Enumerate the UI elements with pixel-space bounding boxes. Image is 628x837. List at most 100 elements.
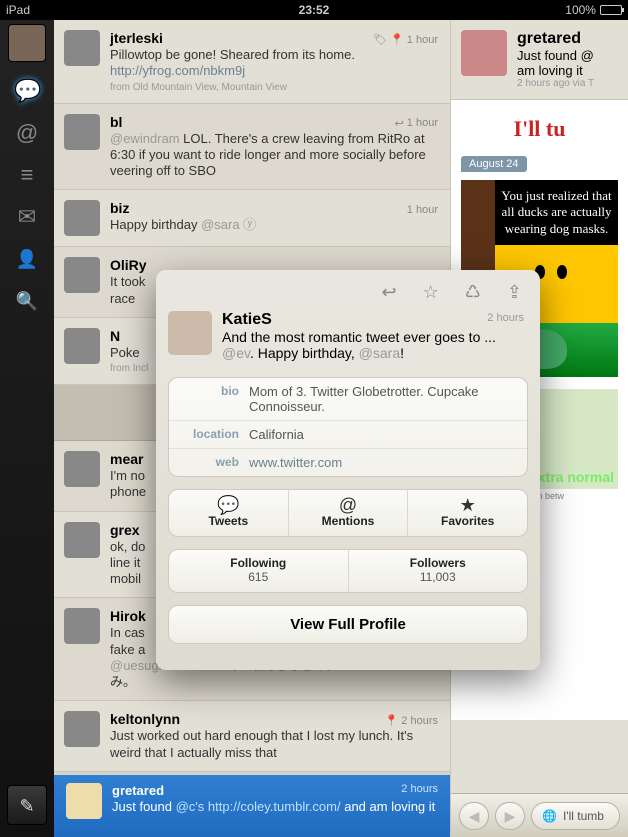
web-row[interactable]: web www.twitter.com [169,448,527,476]
status-right: 100% [417,3,622,17]
tweet-author[interactable]: gretared [112,783,164,798]
avatar[interactable] [66,783,102,819]
avatar[interactable] [64,451,100,487]
battery-icon [600,5,622,15]
followers-cell[interactable]: Followers 11,003 [348,550,528,592]
status-left: iPad [6,3,211,17]
tweet-author[interactable]: OliRy [110,257,147,273]
web-label: web [179,455,249,470]
avatar[interactable] [64,257,100,293]
tweet-text: @ewindram LOL. There's a crew leaving fr… [110,131,438,180]
tweet-author[interactable]: jterleski [110,30,163,46]
popover-tweet-text: And the most romantic tweet ever goes to… [222,329,528,361]
avatar[interactable] [64,711,100,747]
mention[interactable]: @ev [222,345,250,361]
tweet-time: 🏷 📍 1 hour [373,33,438,46]
location-row: location California [169,420,527,448]
nav-back-button[interactable]: ◀ [459,802,489,830]
compose-button[interactable]: ✎ [7,785,47,825]
nav-forward-button[interactable]: ▶ [495,802,525,830]
favorite-icon[interactable]: ☆ [423,282,439,303]
mention[interactable]: @c's [176,799,208,814]
speech-icon: 💬 [169,496,288,514]
tweet-author[interactable]: biz [110,200,129,216]
popover-time: 2 hours [487,312,524,324]
page-heading: I'll tu [461,110,618,148]
tweet-link[interactable]: http://yfrog.com/nbkm9j [110,63,245,78]
left-sidebar: 💬 @ ≡ ✉ 👤 🔍 ✎ [0,20,54,837]
account-avatar[interactable] [8,24,46,62]
avatar[interactable] [64,200,100,236]
tweet-row[interactable]: biz 1 hour Happy birthday @sara ⓨ [54,190,450,247]
timeline-icon[interactable]: 💬 [14,78,40,104]
star-icon: ★ [408,496,527,514]
avatar[interactable] [64,608,100,644]
popover-actions: ↩ ☆ ♺ ⇪ [168,280,528,311]
tweet-text: Just found @c's http://coley.tumblr.com/… [112,799,435,814]
tweet-author[interactable]: N [110,328,120,344]
tweet-link[interactable]: http://coley.tumblr.com/ [208,799,341,814]
tweet-text: Happy birthday @sara ⓨ [110,217,438,233]
url-bar[interactable]: 🌐 I'll tumb [531,802,620,830]
detail-header: gretared Just found @am loving it 2 hour… [451,20,628,100]
app-root: 💬 @ ≡ ✉ 👤 🔍 ✎ jterleski 🏷 📍 1 hour [0,20,628,837]
tweet-row[interactable]: jterleski 🏷 📍 1 hour Pillowtop be gone! … [54,20,450,104]
dm-icon[interactable]: ✉ [14,204,40,230]
tweet-time: 📍 2 hours [385,714,438,727]
reply-icon[interactable]: ↩ [382,282,397,303]
avatar[interactable] [64,328,100,364]
avatar[interactable] [64,114,100,150]
bio-row: bio Mom of 3. Twitter Globetrotter. Cupc… [169,378,527,420]
avatar[interactable] [168,311,212,355]
search-icon[interactable]: 🔍 [14,288,40,314]
tweet-author[interactable]: mear [110,451,143,467]
tab-favorites[interactable]: ★ Favorites [407,490,527,536]
status-clock: 23:52 [211,3,416,17]
retweet-icon[interactable]: ♺ [465,282,481,303]
tweet-time: 1 hour [407,204,438,216]
following-cell[interactable]: Following 615 [169,550,348,592]
selected-tweet[interactable]: gretared Just found @c's http://coley.tu… [54,775,450,837]
view-full-profile-button[interactable]: View Full Profile [168,605,528,644]
image-caption: You just realized that all ducks are act… [495,180,618,245]
share-icon[interactable]: ⇪ [507,282,522,303]
tweet-text: Just worked out hard enough that I lost … [110,728,438,761]
lists-icon[interactable]: ≡ [14,162,40,188]
web-value[interactable]: www.twitter.com [249,455,517,470]
tweet-author[interactable]: Hirok [110,608,146,624]
tweet-author[interactable]: grex [110,522,140,538]
avatar[interactable] [64,30,100,66]
pin-icon: 📍 [385,714,399,727]
detail-author[interactable]: gretared [517,30,594,48]
profile-popover: ↩ ☆ ♺ ⇪ KatieS And the most romantic twe… [156,270,540,670]
followers-count: 11,003 [349,570,528,584]
url-text: I'll tumb [563,809,604,823]
tweet-row[interactable]: bl ↩ 1 hour @ewindram LOL. There's a cre… [54,104,450,191]
bio-value: Mom of 3. Twitter Globetrotter. Cupcake … [249,384,517,414]
profile-icon[interactable]: 👤 [14,246,40,272]
pin-icon: 📍 [390,33,404,46]
following-count: 615 [169,570,348,584]
profile-info: bio Mom of 3. Twitter Globetrotter. Cupc… [168,377,528,477]
mention[interactable]: @sara [201,217,240,232]
tweet-row[interactable]: keltonlynn 📍 2 hours Just worked out har… [54,701,450,772]
follow-stats: Following 615 Followers 11,003 [168,549,528,593]
tab-mentions[interactable]: @ Mentions [288,490,408,536]
mentions-icon[interactable]: @ [14,120,40,146]
ios-status-bar: iPad 23:52 100% [0,0,628,20]
location-value: California [249,427,517,442]
at-icon: @ [289,496,408,514]
avatar[interactable] [461,30,507,76]
geo-icon: 🏷 [373,33,387,46]
tweet-author[interactable]: keltonlynn [110,711,180,727]
mention[interactable]: @sara [359,345,400,361]
popover-author[interactable]: KatieS [222,311,528,329]
tweet-source: from Old Mountain View, Mountain View [110,82,438,93]
tweet-author[interactable]: bl [110,114,122,130]
popover-tweet: KatieS And the most romantic tweet ever … [168,311,528,361]
mention[interactable]: @ewindram [110,131,183,146]
globe-icon: 🌐 [542,809,557,823]
webview-nav: ◀ ▶ 🌐 I'll tumb [451,793,628,837]
avatar[interactable] [64,522,100,558]
tab-tweets[interactable]: 💬 Tweets [169,490,288,536]
